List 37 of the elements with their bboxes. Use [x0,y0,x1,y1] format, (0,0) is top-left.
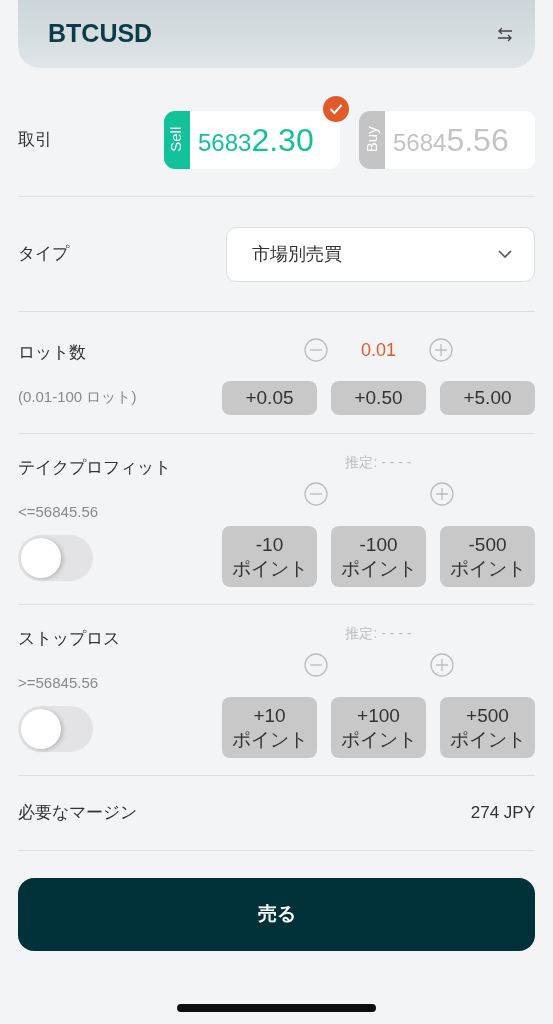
chevron-down-icon [498,250,512,258]
price-limit: <=56845.56 [18,501,99,522]
point-preset-button[interactable]: +100 ポイント [331,697,426,758]
plus-icon[interactable] [429,482,454,506]
point-preset-button[interactable]: +500 ポイント [440,697,535,758]
lot-preset-button[interactable]: +0.05 [222,381,317,415]
row-label: タイプ [18,243,69,266]
estimate-text: 推定: - - - - [345,454,412,470]
minus-icon[interactable] [303,482,328,506]
minus-icon[interactable] [303,653,328,677]
toggle-switch[interactable] [18,706,93,752]
plus-icon[interactable] [429,653,454,677]
row-label: テイクプロフィット [18,457,171,479]
sell-button[interactable]: 売る [18,878,535,951]
point-preset-button[interactable]: +10 ポイント [222,697,317,758]
row-label: ロット数 [18,342,87,364]
lot-value: 0.01 [360,338,396,362]
margin-value: 274 JPY [470,802,535,825]
lot-range: (0.01-100 ロット) [18,386,137,407]
symbol-bar[interactable]: BTCUSD [18,0,535,68]
point-preset-button[interactable]: -100 ポイント [331,526,426,587]
check-icon [323,95,349,122]
price-limit: >=56845.56 [18,672,99,693]
point-preset-button[interactable]: -10 ポイント [222,526,317,587]
swap-icon[interactable] [497,26,513,42]
order-type-dropdown[interactable]: 市場別売買 [226,226,535,282]
symbol-name: BTCUSD [48,18,153,50]
point-preset-button[interactable]: -500 ポイント [440,526,535,587]
toggle-switch[interactable] [18,535,93,581]
lot-preset-button[interactable]: +5.00 [440,381,535,415]
estimate-text: 推定: - - - - [345,625,412,641]
row-label: ストップロス [18,628,120,650]
row-label: 取引 [18,128,52,151]
plus-icon[interactable] [429,338,454,362]
row-label: 必要なマージン [18,802,137,825]
lot-preset-button[interactable]: +0.50 [331,381,426,415]
minus-icon[interactable] [303,338,328,362]
